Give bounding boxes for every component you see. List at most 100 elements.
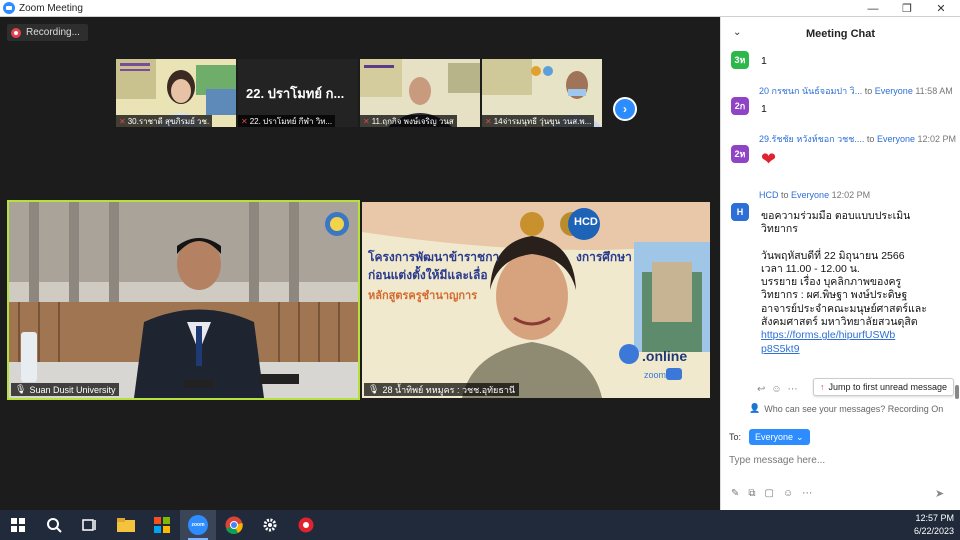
close-button[interactable]: ✕ <box>924 0 958 17</box>
jump-to-unread-button[interactable]: ↑ Jump to first unread message <box>813 378 955 396</box>
arrow-up-icon: ↑ <box>820 382 825 392</box>
chat-toolbar: ✎ ⧉ ▢ ☺ ⋯ <box>731 488 812 499</box>
windows-start-icon[interactable] <box>0 510 36 540</box>
participant-thumbnail[interactable]: ✕ 30.ราชาดี สุขภิรมย์ วช. <box>116 59 236 127</box>
screen-recorder-icon[interactable] <box>288 510 324 540</box>
recipient-row: To: Everyone ⌄ <box>729 429 810 445</box>
chat-title: Meeting Chat <box>805 28 876 40</box>
message-time: 11:58 AM <box>915 86 953 96</box>
window-title: Zoom Meeting <box>19 2 83 14</box>
chevron-down-icon[interactable]: ⌄ <box>733 27 741 38</box>
zoom-label-small: zoom <box>644 370 667 380</box>
message-recipient: Everyone <box>874 86 913 96</box>
store-icon[interactable] <box>144 510 180 540</box>
search-icon[interactable] <box>36 510 72 540</box>
recipient-select-button[interactable]: Everyone ⌄ <box>749 429 810 445</box>
avatar: 2ก <box>731 97 749 115</box>
more-icon[interactable]: ⋯ <box>802 488 812 499</box>
chat-header: ⌄ Meeting Chat <box>721 17 960 51</box>
format-text-icon[interactable]: ✎ <box>731 488 739 499</box>
message-time: 12:02 PM <box>917 134 957 144</box>
avatar: 2ห <box>731 145 749 163</box>
thumbnail-name-tag: ✕ 14จ่ารมนุทธี วุ่นขุน วนส.พ... <box>482 115 595 127</box>
visibility-note[interactable]: 👤 Who can see your messages? Recording O… <box>749 403 943 414</box>
eye-icon: 👤 <box>749 403 761 413</box>
active-speaker-tile[interactable]: 🎙 Suan Dusit University <box>7 200 360 400</box>
next-page-button[interactable]: › <box>613 97 637 121</box>
message-recipient: Everyone <box>791 190 830 200</box>
mic-icon: 🎙 <box>368 384 380 394</box>
window-titlebar: Zoom Meeting — ❐ ✕ <box>0 0 960 17</box>
mic-muted-icon: ✕ <box>241 116 248 126</box>
clock-time: 12:57 PM <box>915 513 954 523</box>
thumbnail-name-tag: ✕ 22. ปราโมทย์ กีฬา วิท... <box>238 115 336 127</box>
message-time: 12:02 PM <box>831 190 871 200</box>
reply-icon[interactable]: ↩ <box>757 384 765 395</box>
mic-muted-icon: ✕ <box>363 116 370 126</box>
mic-icon: 🎙 <box>15 384 27 394</box>
message-text: 1 <box>761 55 767 67</box>
banner-title-part1: โครงการพัฒนาข้าราชกา <box>368 250 500 264</box>
participant-thumbnail[interactable]: 22. ปราโมทย์ ก... ✕ 22. ปราโมทย์ กีฬา วิท… <box>238 59 358 127</box>
windows-taskbar: zoom 12:57 PM 6/22/2023 <box>0 510 960 540</box>
online-text: .online <box>642 348 688 364</box>
participant-tile[interactable]: โครงการพัฒนาข้าราชกา งการศึกษา ก่อนแต่งต… <box>362 202 710 398</box>
recording-icon <box>11 27 21 38</box>
thumbnail-name-tag: ✕ 11.ฤกกิจ พงษ์เจริญ วนส <box>360 115 457 127</box>
mic-muted-icon: ✕ <box>119 116 126 126</box>
recording-indicator[interactable]: Recording... <box>7 24 88 41</box>
thumbnail-name-tag: ✕ 30.ราชาดี สุขภิรมย์ วช. <box>116 115 213 127</box>
participant-video <box>9 202 358 398</box>
meeting-chat-panel: ⌄ Meeting Chat 3ห 1 20 กรชนก นันธ์จอมปา … <box>720 17 960 510</box>
participant-thumbnail[interactable]: ✕ 11.ฤกกิจ พงษ์เจริญ วนส <box>360 59 480 127</box>
chevron-right-icon: › <box>623 102 627 116</box>
banner-title-part2: งการศึกษา <box>576 250 632 264</box>
participant-name-placeholder: 22. ปราโมทย์ ก... <box>246 86 345 101</box>
message-actions: ↩ ☺ ⋯ <box>757 384 798 395</box>
meeting-video-area: Recording... ✕ 30.ราชาดี สุขภิรมย์ วช. 22… <box>0 17 720 510</box>
clock-date: 6/22/2023 <box>913 526 954 536</box>
emoji-icon[interactable]: ☺ <box>783 488 793 499</box>
form-link[interactable]: https://forms.gle/hipurfUSWb <box>761 329 936 342</box>
message-recipient: Everyone <box>876 134 915 144</box>
form-link-cont[interactable]: p8S5kt9 <box>761 343 936 356</box>
message-text: 1 <box>761 103 767 115</box>
message-input[interactable] <box>729 451 951 469</box>
more-icon[interactable]: ⋯ <box>788 384 798 395</box>
message-meta: HCD to Everyone 12:02 PM <box>759 190 871 200</box>
to-label: To: <box>729 432 742 442</box>
mic-muted-icon: ✕ <box>485 116 492 126</box>
file-explorer-icon[interactable] <box>108 510 144 540</box>
banner-subtitle: ก่อนแต่งตั้งให้มีและเลื่อ <box>368 268 488 282</box>
task-view-icon[interactable] <box>72 510 108 540</box>
tile-name-tag: 🎙 Suan Dusit University <box>11 383 120 396</box>
settings-gear-icon[interactable] <box>252 510 288 540</box>
message-sender[interactable]: HCD <box>759 190 779 200</box>
scrollbar-thumb[interactable] <box>955 385 959 399</box>
tile-name-tag: 🎙 28 น้ำทิพย์ ทหมูคร : วชช.อุทัยธานี <box>364 383 520 396</box>
chevron-down-icon: ⌄ <box>796 431 804 442</box>
zoom-taskbar-icon[interactable]: zoom <box>180 510 216 540</box>
hcd-logo-text: HCD <box>574 216 598 228</box>
chrome-icon[interactable] <box>216 510 252 540</box>
avatar: 3ห <box>731 51 749 69</box>
emoji-react-icon[interactable]: ☺ <box>771 384 781 395</box>
restore-button[interactable]: ❐ <box>890 0 924 17</box>
message-sender[interactable]: 29.รัชชัย หวังห์ชอก วชช.... <box>759 134 864 144</box>
message-sender[interactable]: 20 กรชนก นันธ์จอมปา วิ... <box>759 86 862 96</box>
chat-scrollbar[interactable] <box>955 57 959 417</box>
message-meta: 29.รัชชัย หวังห์ชอก วชช.... to Everyone … <box>759 134 957 144</box>
system-clock[interactable]: 12:57 PM 6/22/2023 <box>914 512 954 538</box>
file-icon[interactable]: ▢ <box>765 488 774 499</box>
participant-thumbnail[interactable]: ✕ 14จ่ารมนุทธี วุ่นขุน วนส.พ... <box>482 59 602 127</box>
screenshot-icon[interactable]: ⧉ <box>748 488 755 499</box>
message-meta: 20 กรชนก นันธ์จอมปา วิ... to Everyone 11… <box>759 86 953 96</box>
minimize-button[interactable]: — <box>856 0 890 17</box>
recording-label: Recording... <box>26 27 80 38</box>
zoom-app-icon <box>3 2 15 14</box>
banner-course: หลักสูตรครูชำนาญการ <box>368 290 478 302</box>
message-text: ขอความร่วมมือ ตอบแบบประเมิน วิทยากร วันพ… <box>761 210 936 356</box>
avatar: H <box>731 203 749 221</box>
heart-icon: ❤ <box>761 149 777 169</box>
send-icon[interactable]: ➤ <box>935 487 944 500</box>
